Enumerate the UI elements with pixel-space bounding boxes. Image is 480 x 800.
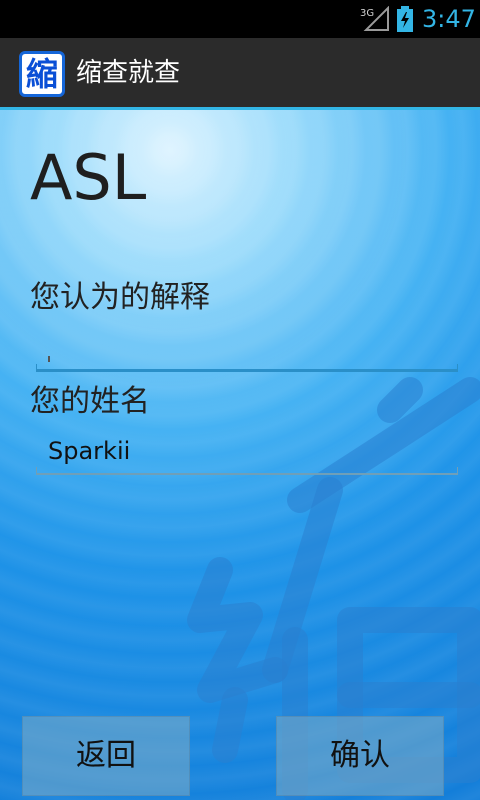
name-label: 您的姓名 xyxy=(30,384,150,419)
screen: 3G 3:47 縮 缩查就查 ASL 您认为的解释 您的姓名 Sparkii 返… xyxy=(0,0,480,800)
back-button[interactable]: 返回 xyxy=(22,716,190,796)
confirm-button[interactable]: 确认 xyxy=(276,716,444,796)
content-area: ASL 您认为的解释 您的姓名 返回 确认 xyxy=(0,110,480,800)
explanation-underline xyxy=(36,364,458,372)
status-bar: 3G 3:47 xyxy=(0,0,480,38)
status-clock: 3:47 xyxy=(422,5,476,33)
term-heading: ASL xyxy=(30,141,147,214)
app-title: 缩查就查 xyxy=(76,58,181,88)
action-bar: 縮 缩查就查 xyxy=(0,38,480,110)
name-underline xyxy=(36,467,458,475)
app-logo-icon[interactable]: 縮 xyxy=(19,51,65,97)
explanation-label: 您认为的解释 xyxy=(30,280,210,315)
network-type-label: 3G xyxy=(360,8,374,19)
signal-3g-icon: 3G xyxy=(360,6,389,31)
text-cursor xyxy=(48,356,50,362)
battery-charging-icon xyxy=(397,6,413,32)
